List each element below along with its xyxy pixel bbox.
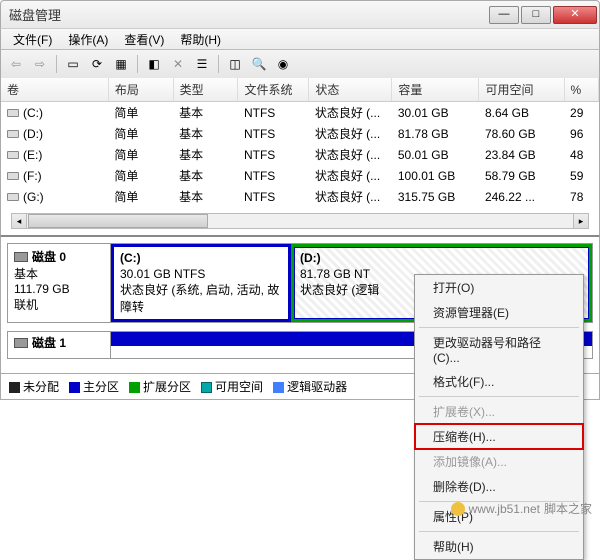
disk0-type: 基本 [14, 265, 104, 282]
context-menu: 打开(O) 资源管理器(E) 更改驱动器号和路径(C)... 格式化(F)...… [414, 274, 584, 560]
table-row[interactable]: (C:)简单基本NTFS状态良好 (...30.01 GB8.64 GB29 [1, 102, 599, 124]
col-type[interactable]: 类型 [173, 78, 238, 102]
legend-unallocated: 未分配 [23, 380, 59, 394]
disk-icon: ◧ [148, 57, 159, 71]
properties-icon: ☰ [197, 57, 208, 71]
window-title: 磁盘管理 [9, 5, 489, 24]
col-layout[interactable]: 布局 [108, 78, 173, 102]
minimize-button[interactable]: — [489, 6, 519, 24]
legend-logical: 逻辑驱动器 [287, 380, 347, 394]
close-icon: ✕ [173, 57, 183, 71]
disk0-name: 磁盘 0 [32, 248, 66, 265]
volume-table: 卷 布局 类型 文件系统 状态 容量 可用空间 % (C:)简单基本NTFS状态… [0, 78, 600, 207]
menu-file[interactable]: 文件(F) [5, 29, 60, 50]
disk0-size: 111.79 GB [14, 282, 104, 296]
ctx-mirror: 添加镜像(A)... [415, 449, 583, 474]
toolbar-button-5[interactable]: ✕ [167, 53, 189, 75]
help-icon: ◉ [278, 57, 288, 71]
arrow-left-icon: ⇦ [11, 57, 21, 71]
ctx-explorer[interactable]: 资源管理器(E) [415, 300, 583, 325]
legend-extended: 扩展分区 [143, 380, 191, 394]
partition-c[interactable]: (C:) 30.01 GB NTFS 状态良好 (系统, 启动, 活动, 故障转 [111, 244, 291, 322]
toolbar-button-8[interactable]: 🔍 [248, 53, 270, 75]
disk0-status: 联机 [14, 296, 104, 313]
col-volume[interactable]: 卷 [1, 78, 108, 102]
watermark-url: www.jb51.net [469, 502, 540, 516]
table-row[interactable]: (E:)简单基本NTFS状态良好 (...50.01 GB23.84 GB48 [1, 144, 599, 165]
maximize-button[interactable]: □ [521, 6, 551, 24]
toolbar: ⇦ ⇨ ▭ ⟳ ▦ ◧ ✕ ☰ ◫ 🔍 ◉ [0, 50, 600, 78]
table-scroll-area: ◂ ▸ [0, 207, 600, 235]
watermark-text: 脚本之家 [544, 500, 592, 517]
toolbar-button-4[interactable]: ◧ [143, 53, 165, 75]
watermark: www.jb51.net 脚本之家 [451, 500, 592, 517]
ctx-shrink[interactable]: 压缩卷(H)... [415, 424, 583, 449]
hdd-icon [14, 252, 28, 262]
watermark-icon [451, 502, 465, 516]
legend-free: 可用空间 [215, 380, 263, 394]
menubar: 文件(F) 操作(A) 查看(V) 帮助(H) [0, 28, 600, 50]
drive-icon [7, 151, 19, 159]
ctx-extend: 扩展卷(X)... [415, 399, 583, 424]
partd-label: (D:) [300, 251, 583, 265]
table-row[interactable]: (G:)简单基本NTFS状态良好 (...315.75 GB246.22 ...… [1, 186, 599, 207]
col-fs[interactable]: 文件系统 [238, 78, 309, 102]
col-pct[interactable]: % [564, 78, 598, 102]
partc-status: 状态良好 (系统, 启动, 活动, 故障转 [120, 281, 282, 315]
menu-action[interactable]: 操作(A) [60, 29, 116, 50]
ctx-change-letter[interactable]: 更改驱动器号和路径(C)... [415, 330, 583, 369]
table-row[interactable]: (F:)简单基本NTFS状态良好 (...100.01 GB58.79 GB59 [1, 165, 599, 186]
ctx-help[interactable]: 帮助(H) [415, 534, 583, 559]
menu-help[interactable]: 帮助(H) [172, 29, 229, 50]
disk0-info[interactable]: 磁盘 0 基本 111.79 GB 联机 [7, 243, 111, 323]
scroll-left-icon[interactable]: ◂ [12, 214, 27, 228]
legend-primary: 主分区 [83, 380, 119, 394]
scroll-thumb[interactable] [28, 214, 208, 228]
col-capacity[interactable]: 容量 [392, 78, 479, 102]
hdd-icon [14, 338, 28, 348]
toolbar-button-6[interactable]: ☰ [191, 53, 213, 75]
close-button[interactable]: ✕ [553, 6, 597, 24]
disk1-name: 磁盘 1 [32, 334, 66, 351]
page-icon: ▭ [67, 57, 78, 71]
drive-icon [7, 109, 19, 117]
back-button[interactable]: ⇦ [5, 53, 27, 75]
drive-icon [7, 193, 19, 201]
col-free[interactable]: 可用空间 [479, 78, 564, 102]
horizontal-scrollbar[interactable]: ◂ ▸ [11, 213, 589, 229]
partc-label: (C:) [120, 251, 282, 265]
toolbar-button-9[interactable]: ◉ [272, 53, 294, 75]
toolbar-button-3[interactable]: ▦ [110, 53, 132, 75]
find-icon: 🔍 [252, 57, 267, 71]
refresh-icon: ⟳ [92, 57, 102, 71]
ctx-format[interactable]: 格式化(F)... [415, 369, 583, 394]
col-status[interactable]: 状态 [309, 78, 392, 102]
disk1-info[interactable]: 磁盘 1 [7, 331, 111, 359]
toolbar-button-7[interactable]: ◫ [224, 53, 246, 75]
partc-size: 30.01 GB NTFS [120, 267, 282, 281]
toolbar-button-1[interactable]: ▭ [62, 53, 84, 75]
drive-icon [7, 172, 19, 180]
table-row[interactable]: (D:)简单基本NTFS状态良好 (...81.78 GB78.60 GB96 [1, 123, 599, 144]
titlebar: 磁盘管理 — □ ✕ [0, 0, 600, 28]
ctx-open[interactable]: 打开(O) [415, 275, 583, 300]
refresh-button[interactable]: ⟳ [86, 53, 108, 75]
overview-icon: ◫ [229, 57, 240, 71]
ctx-delete[interactable]: 删除卷(D)... [415, 474, 583, 499]
grid-icon: ▦ [115, 57, 126, 71]
drive-icon [7, 130, 19, 138]
scroll-right-icon[interactable]: ▸ [573, 214, 588, 228]
arrow-right-icon: ⇨ [35, 57, 45, 71]
forward-button[interactable]: ⇨ [29, 53, 51, 75]
menu-view[interactable]: 查看(V) [116, 29, 172, 50]
